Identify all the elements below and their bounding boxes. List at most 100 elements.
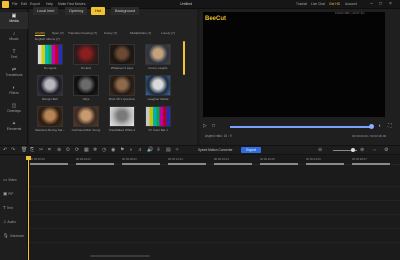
ruler-time-label: 00:00:24.06 [306, 157, 321, 161]
track-row[interactable] [28, 214, 400, 215]
category-spec[interactable]: Spec (7) [52, 31, 64, 35]
track-header-video[interactable]: ▭Video [3, 177, 17, 183]
tab-background[interactable]: Background [111, 7, 140, 15]
menu-edit[interactable]: Edit [21, 2, 27, 6]
account-link[interactable]: Account [345, 2, 357, 6]
zoom-out-icon[interactable]: ⊖ [318, 147, 322, 153]
media-thumbnail[interactable] [73, 44, 99, 65]
track-row[interactable] [28, 228, 400, 229]
close-icon[interactable]: × [387, 1, 394, 8]
record-icon[interactable]: ◉ [111, 147, 115, 153]
track-header-audio[interactable]: ♫Audio [3, 219, 16, 224]
sidebar-item-music[interactable]: ♪ Music [0, 30, 28, 47]
sidebar-item-elements[interactable]: ✦ Elements [0, 120, 28, 137]
zoom-clip-icon[interactable]: ⊕ [57, 147, 61, 153]
media-thumbnail[interactable] [73, 106, 99, 127]
subtitle-icon[interactable]: ▤ [166, 147, 171, 153]
media-scrollbar[interactable] [183, 41, 185, 75]
sidebar-item-media[interactable]: ▣ Media [0, 12, 28, 29]
tab-opening[interactable]: Opening [65, 7, 88, 15]
menu-help[interactable]: Help [46, 2, 53, 6]
media-thumbnail-label: Bruh Oh's Question [108, 97, 136, 101]
fit-timeline-icon[interactable]: ⇔ [372, 147, 377, 153]
menu-export[interactable]: Export [30, 2, 40, 6]
freeze-icon[interactable]: ❄ [93, 147, 97, 153]
ruler-time-label: 00:00:00.00 [30, 157, 45, 161]
minimize-icon[interactable]: – [368, 1, 375, 8]
category-transition-feeling[interactable]: Transition Feeling (7) [68, 31, 97, 35]
screenshot-icon[interactable]: ⌾ [157, 147, 160, 153]
tutorial-link[interactable]: Tutorial [296, 2, 307, 6]
media-thumbnail[interactable] [145, 75, 171, 96]
delete-icon[interactable]: 🗑 [21, 147, 27, 153]
playhead[interactable] [28, 156, 29, 260]
ruler-tick-segment [306, 163, 344, 165]
sidebar-item-text[interactable]: T Text [0, 48, 28, 65]
media-thumbnail[interactable] [37, 75, 63, 96]
media-thumbnail[interactable] [109, 75, 135, 96]
category-multiplicities[interactable]: Multiplicities (7) [130, 31, 151, 35]
speed-motion-converter[interactable]: Speed Motion Converter [198, 148, 233, 152]
category-english-idioms[interactable]: English Idioms (7) [35, 37, 60, 41]
media-thumbnail[interactable] [109, 106, 135, 127]
media-thumbnail[interactable] [37, 44, 63, 65]
track-header-pip[interactable]: ▣PiP [3, 191, 13, 197]
ruler-tick-segment [122, 163, 160, 165]
media-thumbnail[interactable] [109, 44, 135, 65]
speed-icon[interactable]: ⏲ [66, 147, 70, 153]
ruler-tick-segment [168, 163, 206, 165]
category-all[interactable]: All (63) [35, 31, 45, 35]
track-header-text[interactable]: TText [3, 205, 13, 210]
media-thumbnail[interactable] [145, 44, 171, 65]
track-area[interactable] [28, 166, 400, 260]
get-hd-link[interactable]: Get HD [329, 2, 340, 6]
timeline-scrollbar[interactable] [90, 255, 150, 257]
copy-icon[interactable]: ⎘ [30, 147, 34, 153]
category-lonely[interactable]: Lonely (7) [161, 31, 175, 35]
marker-icon[interactable]: ⚑ [120, 147, 124, 153]
menu-file[interactable]: File [12, 2, 17, 6]
mosaic-icon[interactable]: ▦ [84, 147, 89, 153]
volume-icon[interactable]: ◖ [378, 123, 381, 129]
ruler-time-label: 00:00:04.01 [76, 157, 91, 161]
track-row[interactable] [28, 200, 400, 201]
media-thumbnail[interactable] [145, 106, 171, 127]
menu-make-fast-movies[interactable]: Make Fast Movies [58, 2, 86, 6]
play-icon[interactable]: ▷ [203, 123, 207, 129]
redo-icon[interactable]: ↷ [11, 147, 15, 153]
seek-handle[interactable] [369, 124, 374, 129]
tab-local-intel[interactable]: Local Intel [33, 7, 59, 15]
audio-detach-icon[interactable]: ♬ [138, 147, 143, 153]
undo-icon[interactable]: ↶ [3, 147, 7, 153]
track-row[interactable] [28, 186, 400, 187]
sidebar-item-filters[interactable]: ◐ Filters [0, 84, 28, 101]
rotate-icon[interactable]: ⟳ [75, 147, 79, 153]
fullscreen-icon[interactable]: ⛶ [388, 123, 392, 129]
ruler-time-label: 00:00:28.07 [352, 157, 367, 161]
duration-icon[interactable]: ◷ [102, 147, 106, 153]
export-button[interactable]: Export [241, 147, 261, 153]
playhead-handle[interactable] [26, 156, 31, 160]
track-row[interactable] [28, 242, 400, 243]
media-thumbnail[interactable] [37, 106, 63, 127]
live-chat-link[interactable]: Live Chat [311, 2, 325, 6]
category-funny[interactable]: Funny (7) [104, 31, 117, 35]
zoom-handle[interactable] [351, 148, 355, 152]
sidebar-item-transitions[interactable]: ⇄ Transitions [0, 66, 28, 83]
zoom-in-icon[interactable]: ⊕ [360, 147, 364, 153]
tab-hot[interactable]: Hot [91, 7, 105, 15]
effect-icon[interactable]: ✧ [175, 147, 179, 153]
ruler-tick-segment [352, 163, 390, 165]
settings-icon[interactable]: ⚙ [384, 147, 388, 153]
volume-adjust-icon[interactable]: 🔊 [147, 147, 153, 153]
color-icon[interactable]: ◑ [129, 147, 132, 153]
stop-icon[interactable]: □ [212, 123, 215, 129]
split-icon[interactable]: ✂ [39, 147, 43, 153]
sidebar-item-overlays[interactable]: ◫ Overlays [0, 102, 28, 119]
media-thumbnail[interactable] [73, 75, 99, 96]
track-label: Video [8, 178, 17, 182]
maximize-icon[interactable]: □ [377, 1, 384, 8]
aspect-ratio[interactable]: Aspect ratio: 16 : 9 [205, 134, 232, 138]
crop-icon[interactable]: ⌗ [48, 147, 51, 153]
track-header-voiceover[interactable]: 🎙Voiceover [3, 233, 24, 239]
